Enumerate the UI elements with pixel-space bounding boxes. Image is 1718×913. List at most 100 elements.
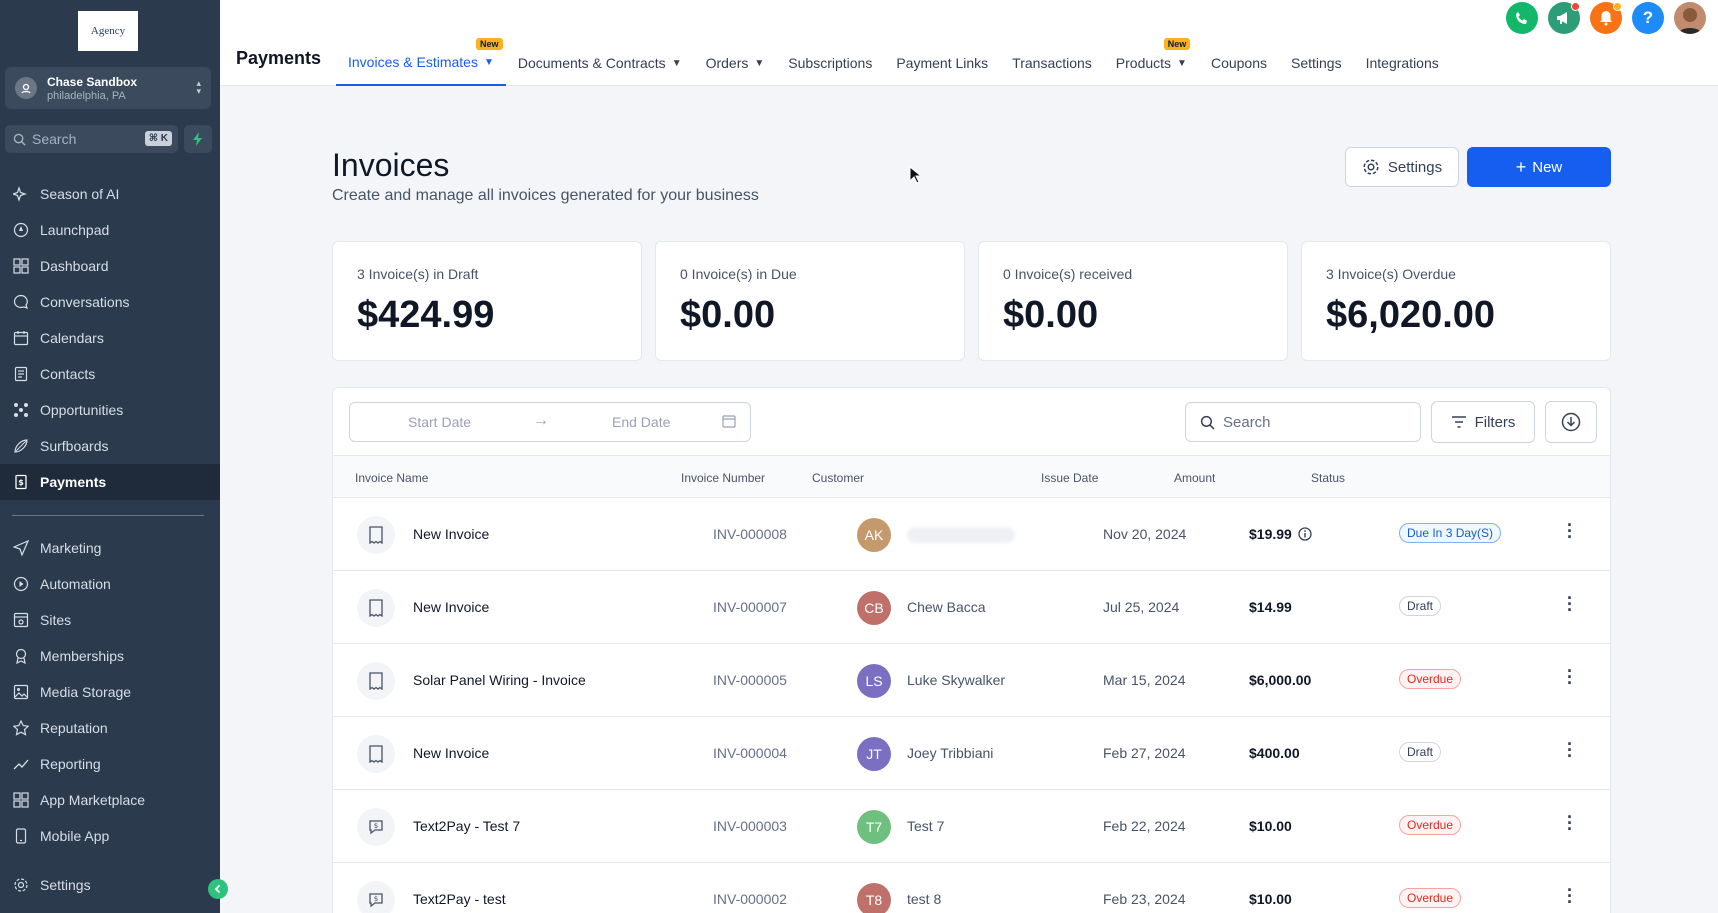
more-vertical-icon[interactable]: · · ·: [1567, 735, 1573, 765]
tab-payment-links[interactable]: Payment Links: [884, 40, 1000, 86]
sparkle-icon: [12, 185, 30, 203]
sidebar-item-label: Season of AI: [40, 186, 120, 202]
phone-button[interactable]: [1506, 2, 1538, 34]
sidebar-item-label: Calendars: [40, 330, 104, 346]
column-header[interactable]: Invoice Number: [681, 471, 765, 485]
sidebar-item-reputation[interactable]: Reputation: [0, 710, 220, 746]
invoices-heading: Invoices: [332, 147, 450, 183]
account-name: Chase Sandbox: [47, 74, 138, 89]
stat-value: $0.00: [680, 294, 776, 336]
location-icon: [15, 77, 37, 99]
more-vertical-icon[interactable]: · · ·: [1567, 589, 1573, 619]
tab-orders[interactable]: Orders ▼: [694, 40, 777, 86]
tab-coupons[interactable]: Coupons: [1199, 40, 1279, 86]
new-invoice-button[interactable]: + New: [1467, 147, 1611, 187]
payments-icon: $: [12, 473, 30, 491]
status-badge: Draft: [1399, 596, 1442, 616]
customer-name[interactable]: Chew Bacca: [907, 599, 986, 615]
tab-subscriptions[interactable]: Subscriptions: [776, 40, 884, 86]
sidebar-item-sites[interactable]: Sites: [0, 602, 220, 638]
header-actions: ?: [1506, 2, 1706, 34]
invoice-name[interactable]: New Invoice: [413, 526, 489, 542]
table-row[interactable]: New Invoice INV-000008 AK Nov 20, 2024 $…: [333, 498, 1610, 571]
sidebar-item-automation[interactable]: Automation: [0, 566, 220, 602]
more-vertical-icon[interactable]: · · ·: [1567, 516, 1573, 546]
invoice-name[interactable]: Text2Pay - Test 7: [413, 818, 520, 834]
table-row[interactable]: $ Text2Pay - test INV-000002 T8 test 8 F…: [333, 863, 1610, 913]
table-row[interactable]: New Invoice INV-000004 JT Joey Tribbiani…: [333, 717, 1610, 790]
column-header[interactable]: Status: [1311, 471, 1345, 485]
stat-card-due[interactable]: 0 Invoice(s) in Due $0.00: [655, 241, 965, 361]
invoice-search-input[interactable]: Search: [1185, 402, 1421, 442]
new-badge: New: [1163, 38, 1191, 50]
quick-actions-button[interactable]: [184, 125, 212, 153]
stat-card-overdue[interactable]: 3 Invoice(s) Overdue $6,020.00: [1301, 241, 1611, 361]
date-range-picker[interactable]: Start Date → End Date: [349, 402, 751, 442]
info-icon[interactable]: [1298, 527, 1312, 541]
sidebar-item-conversations[interactable]: Conversations: [0, 284, 220, 320]
invoice-settings-button[interactable]: Settings: [1345, 147, 1459, 187]
sidebar-item-dashboard[interactable]: Dashboard: [0, 248, 220, 284]
export-button[interactable]: [1545, 401, 1597, 443]
chat-icon: [12, 293, 30, 311]
invoice-name[interactable]: New Invoice: [413, 745, 489, 761]
sidebar-item-payments[interactable]: $ Payments: [0, 464, 220, 500]
column-header[interactable]: Invoice Name: [355, 471, 428, 485]
announcements-button[interactable]: [1548, 2, 1580, 34]
stat-card-received[interactable]: 0 Invoice(s) received $0.00: [978, 241, 1288, 361]
table-row[interactable]: Solar Panel Wiring - Invoice INV-000005 …: [333, 644, 1610, 717]
sidebar-item-contacts[interactable]: Contacts: [0, 356, 220, 392]
sidebar-item-mobile-app[interactable]: Mobile App: [0, 818, 220, 854]
customer-name[interactable]: test 8: [907, 891, 941, 907]
issue-date: Nov 20, 2024: [1103, 526, 1187, 542]
tab-integrations[interactable]: Integrations: [1354, 40, 1451, 86]
image-icon: [12, 683, 30, 701]
stat-card-draft[interactable]: 3 Invoice(s) in Draft $424.99: [332, 241, 642, 361]
tab-transactions[interactable]: Transactions: [1000, 40, 1104, 86]
tab-documents-contracts[interactable]: Documents & Contracts ▼: [506, 40, 694, 86]
sidebar-item-app-marketplace[interactable]: App Marketplace: [0, 782, 220, 818]
plus-icon: +: [1515, 156, 1527, 177]
sidebar-item-media-storage[interactable]: Media Storage: [0, 674, 220, 710]
more-vertical-icon[interactable]: · · ·: [1567, 662, 1573, 692]
sidebar-item-season-of-ai[interactable]: Season of AI: [0, 176, 220, 212]
sidebar-item-settings[interactable]: Settings: [0, 867, 220, 903]
column-header[interactable]: Issue Date: [1041, 471, 1098, 485]
column-header[interactable]: Amount: [1174, 471, 1215, 485]
invoice-name[interactable]: Solar Panel Wiring - Invoice: [413, 672, 586, 688]
notifications-button[interactable]: [1590, 2, 1622, 34]
sidebar-item-calendars[interactable]: Calendars: [0, 320, 220, 356]
user-avatar[interactable]: [1674, 2, 1706, 34]
table-row[interactable]: $ Text2Pay - Test 7 INV-000003 T7 Test 7…: [333, 790, 1610, 863]
sidebar-item-label: Mobile App: [40, 828, 110, 844]
more-vertical-icon[interactable]: · · ·: [1567, 808, 1573, 838]
customer-name[interactable]: Test 7: [907, 818, 944, 834]
tab-products[interactable]: New Products ▼: [1104, 38, 1199, 86]
agency-logo[interactable]: Agency: [78, 11, 138, 51]
sidebar-item-launchpad[interactable]: Launchpad: [0, 212, 220, 248]
invoice-name[interactable]: New Invoice: [413, 599, 489, 615]
status-badge: Due In 3 Day(S): [1399, 523, 1502, 543]
customer-avatar: CB: [857, 591, 891, 625]
tab-invoices-estimates[interactable]: New Invoices & Estimates ▼: [336, 38, 506, 86]
account-switcher[interactable]: Chase Sandbox philadelphia, PA ▴ ▾: [5, 67, 211, 109]
sidebar-item-surfboards[interactable]: Surfboards: [0, 428, 220, 464]
sidebar-item-opportunities[interactable]: Opportunities: [0, 392, 220, 428]
sidebar-item-label: Marketing: [40, 540, 102, 556]
sidebar-search[interactable]: Search ⌘ K: [5, 125, 178, 153]
sidebar-item-marketing[interactable]: Marketing: [0, 530, 220, 566]
sidebar-item-reporting[interactable]: Reporting: [0, 746, 220, 782]
invoice-name[interactable]: Text2Pay - test: [413, 891, 506, 907]
customer-name[interactable]: Luke Skywalker: [907, 672, 1005, 688]
chevron-down-icon: ▼: [1177, 57, 1187, 69]
more-vertical-icon[interactable]: · · ·: [1567, 881, 1573, 911]
table-row[interactable]: New Invoice INV-000007 CB Chew Bacca Jul…: [333, 571, 1610, 644]
customer-name[interactable]: Joey Tribbiani: [907, 745, 993, 761]
column-header[interactable]: Customer: [812, 471, 864, 485]
sidebar-item-memberships[interactable]: Memberships: [0, 638, 220, 674]
filters-button[interactable]: Filters: [1431, 401, 1535, 443]
help-button[interactable]: ?: [1632, 2, 1664, 34]
status-badge: Overdue: [1399, 888, 1462, 908]
top-bar: Payments New Invoices & Estimates ▼ Docum…: [220, 0, 1718, 86]
tab-settings[interactable]: Settings: [1279, 40, 1354, 86]
